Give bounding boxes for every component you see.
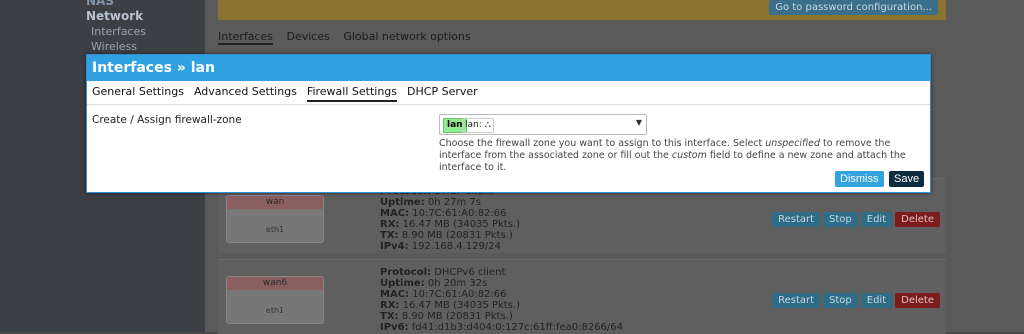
sidebar-item-interfaces[interactable]: Interfaces [91,25,146,38]
interface-status: Protocol: DHCP client Uptime: 0h 27m 7s … [380,186,520,252]
tab-divider [87,104,930,105]
tab-firewall-settings[interactable]: Firewall Settings [306,85,398,102]
mac-label: MAC: [380,208,410,219]
interface-device: eth1 [265,306,285,315]
uptime-value: 0h 20m 32s [427,278,488,289]
help-em-custom: custom [671,150,707,161]
interface-badge: wan6 eth1 [226,276,324,324]
tx-value: 8.90 MB (20831 Pkts.) [401,311,513,322]
uptime-label: Uptime: [380,197,425,208]
tx-label: TX: [380,230,399,241]
stop-button[interactable]: Stop [823,212,858,227]
interface-status: Protocol: DHCPv6 client Uptime: 0h 20m 3… [380,267,623,333]
interface-name: wan6 [227,277,323,290]
tab-devices[interactable]: Devices [286,30,329,43]
ip-label: IPv6: [380,322,409,333]
delete-button[interactable]: Delete [895,293,940,308]
mac-value: 10:7C:61:A0:82:66 [412,208,507,219]
ip-value: 192.168.4.129/24 [411,241,501,252]
rx-value: 16.47 MB (34035 Pkts.) [402,219,521,230]
interface-name: wan [227,196,323,209]
ip-value: fd41:d1b3:d404:0:127c:61ff:fea0:8266/64 [411,322,624,333]
mac-label: MAC: [380,289,410,300]
tx-label: TX: [380,311,399,322]
tab-interfaces[interactable]: Interfaces [218,30,273,45]
save-button[interactable]: Save [889,171,925,187]
mac-value: 10:7C:61:A0:82:66 [412,289,507,300]
firewall-zone-label: Create / Assign firewall-zone [92,114,242,126]
row-actions: Restart Stop Edit Delete [772,293,940,308]
edit-button[interactable]: Edit [860,212,893,227]
uptime-value: 0h 27m 7s [427,197,481,208]
modal-title: Interfaces » lan [87,55,930,81]
tab-advanced-settings[interactable]: Advanced Settings [194,85,297,102]
tx-value: 8.90 MB (20831 Pkts.) [401,230,513,241]
tab-dhcp-server[interactable]: DHCP Server [407,85,478,102]
interface-modal: Interfaces » lan General Settings Advanc… [86,54,931,193]
interface-badge: wan eth1 [226,195,324,243]
row-actions: Restart Stop Edit Delete [772,212,940,227]
firewall-zone-select[interactable]: lan lan: ⛬ ▼ [439,114,647,135]
sidebar-item-nas[interactable]: NAS [86,0,114,8]
help-text: Choose the firewall zone you want to ass… [439,138,766,149]
protocol-label: Protocol: [380,267,432,278]
tab-general-settings[interactable]: General Settings [92,85,184,102]
modal-tabs: General Settings Advanced Settings Firew… [92,85,478,102]
rx-label: RX: [380,219,400,230]
help-em-unspecified: unspecified [765,138,821,149]
password-warning-banner: Go to password configuration... [218,0,946,20]
dismiss-button[interactable]: Dismiss [835,171,884,187]
rx-value: 16.47 MB (34035 Pkts.) [402,300,521,311]
interface-row-wan6: wan6 eth1 Protocol: DHCPv6 client Uptime… [218,259,946,334]
protocol-value: DHCPv6 client [434,267,506,278]
firewall-zone-help: Choose the firewall zone you want to ass… [439,138,919,174]
interface-device: eth1 [265,225,285,234]
password-config-button[interactable]: Go to password configuration... [769,0,938,15]
rx-label: RX: [380,300,400,311]
uptime-label: Uptime: [380,278,425,289]
stop-button[interactable]: Stop [823,293,858,308]
tab-global-network-options[interactable]: Global network options [343,30,470,43]
page-tabs: Interfaces Devices Global network option… [218,30,481,45]
delete-button[interactable]: Delete [895,212,940,227]
sidebar-section-network[interactable]: Network [86,9,143,23]
chevron-down-icon[interactable]: ▼ [636,118,642,127]
ip-label: IPv4: [380,241,409,252]
sidebar-item-wireless[interactable]: Wireless [91,40,137,53]
zone-value: lan: ⛬ [462,118,494,133]
restart-button[interactable]: Restart [772,212,821,227]
restart-button[interactable]: Restart [772,293,821,308]
edit-button[interactable]: Edit [860,293,893,308]
